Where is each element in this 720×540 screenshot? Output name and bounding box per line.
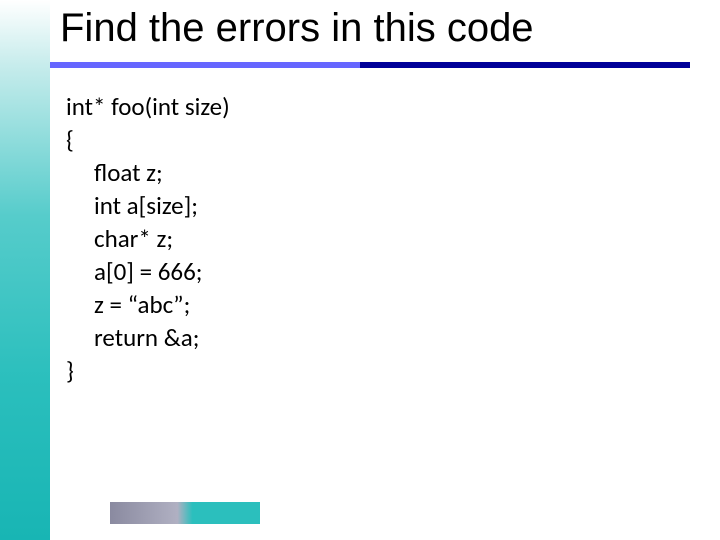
code-line-3: float z;	[66, 156, 230, 189]
code-line-2: {	[66, 123, 230, 156]
side-gradient-decoration	[0, 0, 50, 540]
code-line-6: a[0] = 666;	[66, 255, 230, 288]
code-line-5: char* z;	[66, 222, 230, 255]
code-line-8: return &a;	[66, 321, 230, 354]
title-region: Find the errors in this code	[50, 6, 705, 51]
code-line-7: z = “abc”;	[66, 288, 230, 321]
slide-title: Find the errors in this code	[50, 6, 705, 51]
title-underline-highlight	[50, 62, 360, 68]
code-line-9: }	[66, 354, 230, 387]
slide: Find the errors in this code int* foo(in…	[0, 0, 720, 540]
bottom-accent-decoration	[110, 502, 260, 524]
code-block: int* foo(int size) { float z; int a[size…	[66, 90, 230, 387]
code-line-4: int a[size];	[66, 189, 230, 222]
code-line-1: int* foo(int size)	[66, 90, 230, 123]
